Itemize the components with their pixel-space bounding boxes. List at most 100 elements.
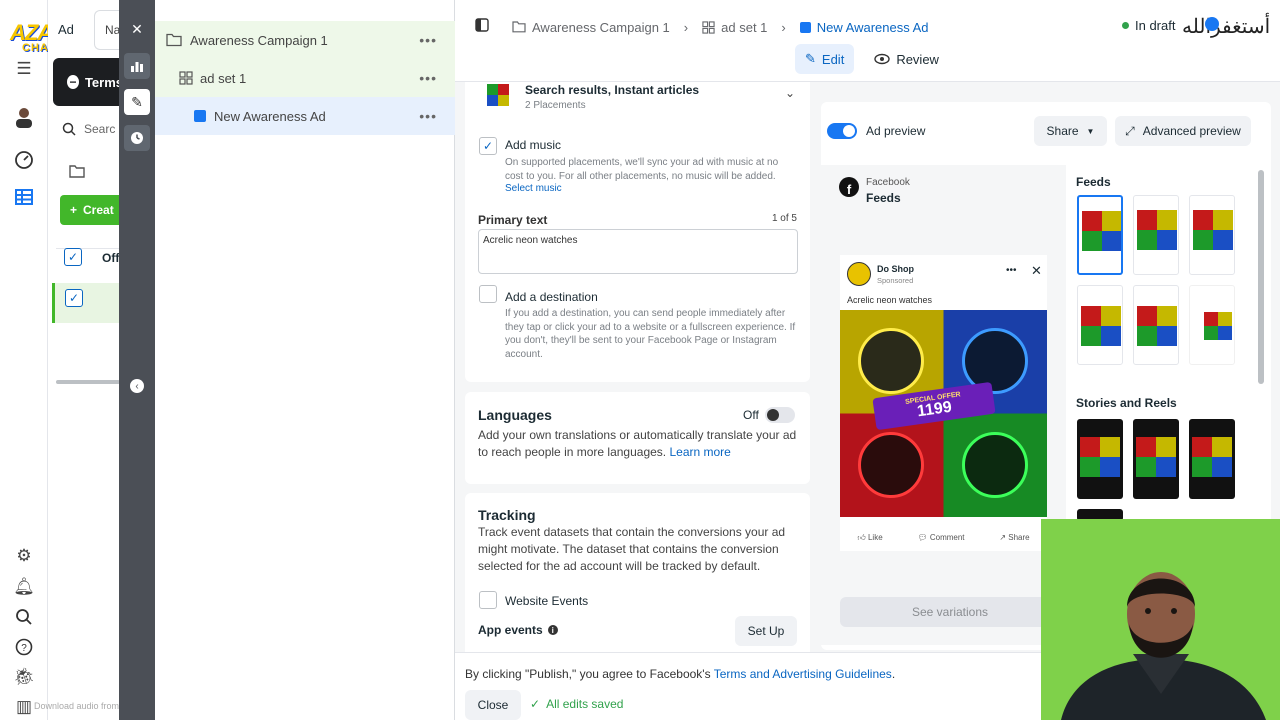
tree-item-adset[interactable]: ad set 1 ••• bbox=[155, 59, 455, 97]
svg-text:?: ? bbox=[21, 643, 27, 654]
expand-icon: ⤢ bbox=[1125, 123, 1135, 138]
primary-text-count: 1 of 5 bbox=[771, 213, 797, 224]
more-options-icon[interactable]: ••• bbox=[419, 32, 437, 48]
notifications-bell-icon[interactable]: 🔔︎ bbox=[12, 575, 36, 599]
tab-edit[interactable]: ✎ Edit bbox=[795, 44, 855, 74]
feeds-thumbnail[interactable] bbox=[1189, 285, 1235, 365]
save-status: ✓ All edits saved bbox=[530, 697, 624, 711]
status-dot-icon bbox=[1122, 22, 1129, 29]
add-destination-label: Add a destination bbox=[505, 290, 598, 304]
minus-circle-icon: − bbox=[67, 75, 79, 89]
tree-item-campaign[interactable]: Awareness Campaign 1 ••• bbox=[155, 21, 455, 59]
create-button[interactable]: + Creat bbox=[60, 195, 122, 225]
sidebar-toggle-icon[interactable]: ▥ bbox=[12, 695, 36, 719]
help-icon[interactable]: ? bbox=[12, 635, 36, 659]
advanced-preview-button[interactable]: ⤢ Advanced preview bbox=[1115, 116, 1251, 146]
stories-heading: Stories and Reels bbox=[1076, 396, 1177, 410]
primary-text-input[interactable]: Acrelic neon watches bbox=[478, 229, 798, 274]
campaigns-table-icon[interactable] bbox=[12, 185, 36, 209]
eye-icon bbox=[874, 53, 891, 65]
feeds-thumbnail[interactable] bbox=[1077, 195, 1123, 275]
feeds-thumbnail[interactable] bbox=[1133, 195, 1179, 275]
select-music-link[interactable]: Select music bbox=[505, 183, 562, 194]
thumbnails-scrollbar[interactable] bbox=[1258, 170, 1264, 384]
more-options-icon[interactable]: ••• bbox=[419, 70, 437, 86]
breadcrumb-campaign[interactable]: Awareness Campaign 1 bbox=[532, 20, 670, 35]
add-music-checkbox[interactable]: ✓ bbox=[479, 137, 497, 155]
bug-report-icon[interactable]: 🐞︎ bbox=[12, 665, 36, 689]
checkmark-icon: ✓ bbox=[530, 697, 541, 711]
webcam-overlay bbox=[1041, 519, 1280, 720]
pencil-icon: ✎ bbox=[805, 51, 816, 66]
draft-status: In draft bbox=[1122, 18, 1175, 33]
editor-column: Search results, Instant articles 2 Place… bbox=[455, 82, 813, 652]
background-ads-manager: Ad Na ✓ Off ✓ bbox=[48, 0, 120, 720]
more-icon[interactable]: ••• bbox=[1006, 265, 1017, 276]
chevron-down-icon[interactable]: ⌄ bbox=[785, 86, 795, 100]
feeds-thumbnail[interactable] bbox=[1189, 195, 1235, 275]
terms-button[interactable]: − Terms bbox=[53, 58, 123, 106]
tree-item-ad[interactable]: New Awareness Ad ••• bbox=[155, 97, 455, 135]
history-clock-icon[interactable] bbox=[124, 125, 150, 151]
comment-button[interactable]: 💬︎ Comment bbox=[917, 533, 964, 543]
top-bar: Awareness Campaign 1 › ad set 1 › New Aw… bbox=[455, 0, 1280, 82]
see-variations-button[interactable]: See variations bbox=[840, 597, 1060, 627]
set-up-button[interactable]: Set Up bbox=[735, 616, 797, 646]
folder-add-icon[interactable] bbox=[66, 160, 88, 182]
background-scrollbar bbox=[56, 380, 120, 384]
feeds-thumbnail[interactable] bbox=[1133, 285, 1179, 365]
tab-review[interactable]: Review bbox=[864, 44, 949, 74]
languages-title: Languages bbox=[478, 407, 552, 423]
share-button[interactable]: Share ▼ bbox=[1034, 116, 1107, 146]
avatar[interactable] bbox=[12, 105, 36, 129]
edit-pencil-icon[interactable]: ✎ bbox=[124, 89, 150, 115]
bar-chart-icon[interactable] bbox=[124, 53, 150, 79]
background-search[interactable]: Searc bbox=[56, 115, 120, 143]
like-button[interactable]: 👍︎ Like bbox=[857, 533, 882, 543]
tracking-card: Tracking Track event datasets that conta… bbox=[465, 493, 810, 652]
panel-toggle-icon[interactable] bbox=[473, 16, 491, 34]
add-destination-help: If you add a destination, you can send p… bbox=[505, 308, 796, 360]
info-icon[interactable]: i bbox=[547, 625, 558, 635]
account-dot-icon bbox=[1205, 17, 1219, 31]
terms-link[interactable]: Terms and Advertising Guidelines bbox=[714, 667, 892, 681]
settings-gear-icon[interactable]: ⚙ bbox=[12, 544, 36, 568]
placements-title: Search results, Instant articles bbox=[525, 83, 700, 97]
post-sponsored: Sponsored bbox=[877, 276, 914, 285]
ad-preview-toggle[interactable]: Ad preview bbox=[827, 123, 925, 139]
breadcrumb-ad[interactable]: New Awareness Ad bbox=[817, 20, 929, 35]
dashboard-gauge-icon[interactable] bbox=[12, 148, 36, 172]
website-events-checkbox[interactable] bbox=[479, 591, 497, 612]
page-avatar bbox=[847, 262, 871, 286]
panel-tools-strip: ✕ ✎ ‹ bbox=[119, 0, 155, 720]
background-header-checkbox: ✓ bbox=[64, 248, 82, 266]
languages-state: Off bbox=[743, 408, 759, 422]
more-options-icon[interactable]: ••• bbox=[419, 108, 437, 124]
app-events-label: App events i bbox=[478, 623, 558, 637]
campaign-tree-panel: Awareness Campaign 1 ••• ad set 1 ••• Ne… bbox=[155, 0, 455, 720]
share-post-button[interactable]: ↗ Share bbox=[999, 533, 1029, 543]
feeds-thumbnail[interactable] bbox=[1077, 285, 1123, 365]
close-icon[interactable]: ✕ bbox=[1031, 263, 1042, 279]
menu-icon[interactable]: ☰ bbox=[12, 57, 36, 81]
website-events-label: Website Events bbox=[505, 594, 589, 608]
close-button[interactable]: Close bbox=[465, 690, 521, 720]
stories-thumbnail[interactable] bbox=[1133, 419, 1179, 499]
placement-thumbnail bbox=[487, 84, 509, 106]
add-destination-checkbox[interactable] bbox=[479, 285, 497, 306]
search-icon[interactable] bbox=[12, 605, 36, 629]
add-music-label: Add music bbox=[505, 138, 562, 152]
plus-icon: + bbox=[70, 203, 78, 217]
close-icon[interactable]: ✕ bbox=[124, 16, 150, 42]
folder-icon bbox=[166, 33, 182, 47]
stories-thumbnail[interactable] bbox=[1189, 419, 1235, 499]
breadcrumb-adset[interactable]: ad set 1 bbox=[721, 20, 767, 35]
placements-count: 2 Placements bbox=[525, 100, 586, 111]
preview-platform: Facebook bbox=[866, 177, 910, 188]
learn-more-link[interactable]: Learn more bbox=[669, 445, 730, 459]
collapse-chevron-icon[interactable]: ‹ bbox=[130, 379, 144, 393]
feeds-heading: Feeds bbox=[1076, 175, 1111, 189]
breadcrumb: Awareness Campaign 1 › ad set 1 › New Aw… bbox=[512, 18, 929, 36]
languages-toggle[interactable] bbox=[765, 407, 795, 423]
stories-thumbnail[interactable] bbox=[1077, 419, 1123, 499]
